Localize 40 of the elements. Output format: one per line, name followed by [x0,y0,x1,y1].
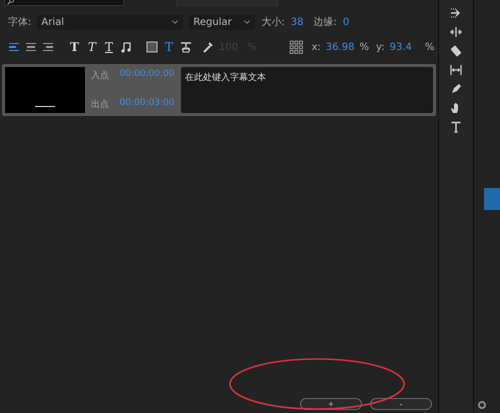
chevron-icon[interactable] [171,18,180,26]
edge-label: 边缘: [313,16,337,29]
bold-button[interactable]: T [68,40,81,54]
align-center-button[interactable] [25,42,37,52]
align-right-button[interactable] [42,42,54,52]
y-label: y: [376,42,385,52]
chevron-icon[interactable] [243,18,252,26]
italic-button[interactable]: T [86,40,98,54]
track-select-icon[interactable] [450,7,462,19]
background-box-icon[interactable] [146,41,158,53]
y-value[interactable]: 93.4 [390,42,412,52]
opacity-unit: % [247,42,257,52]
caption-text-field[interactable]: 在此处键入字幕文本 [181,67,433,113]
font-dropdown[interactable]: Arial [37,14,184,30]
x-label: x: [312,42,321,52]
size-value[interactable]: 38 [290,16,304,28]
slip-icon[interactable] [450,64,462,76]
underline-button[interactable]: T [102,40,115,54]
y-unit: % [424,42,434,52]
razor-icon[interactable] [450,45,462,57]
position-grid-icon[interactable] [288,40,303,54]
outline-text-icon[interactable] [180,41,192,53]
ripple-edit-icon[interactable] [450,26,462,38]
font-style-dropdown[interactable]: Regular [189,14,256,30]
text-color-button[interactable]: T [162,40,175,54]
edge-value[interactable]: 0 [342,16,350,28]
size-label: 大小: [261,16,285,29]
font-label: 字体: [8,16,32,29]
caption-row[interactable]: 入点 00:00:00:00 出点 00:00:03:00 在此处键入字幕文本 [2,64,436,116]
pen-icon[interactable] [450,83,462,95]
music-note-icon[interactable] [120,41,132,53]
out-point-label: 出点 [91,98,110,111]
ring-icon[interactable] [478,401,486,409]
align-left-button[interactable] [8,42,20,52]
eyedropper-icon[interactable] [202,41,214,53]
remove-button[interactable]: - [370,398,432,410]
type-tool-icon[interactable] [450,121,462,133]
in-point-label: 入点 [91,70,110,82]
x-unit: % [360,42,370,52]
x-value[interactable]: 36.98 [326,42,355,52]
